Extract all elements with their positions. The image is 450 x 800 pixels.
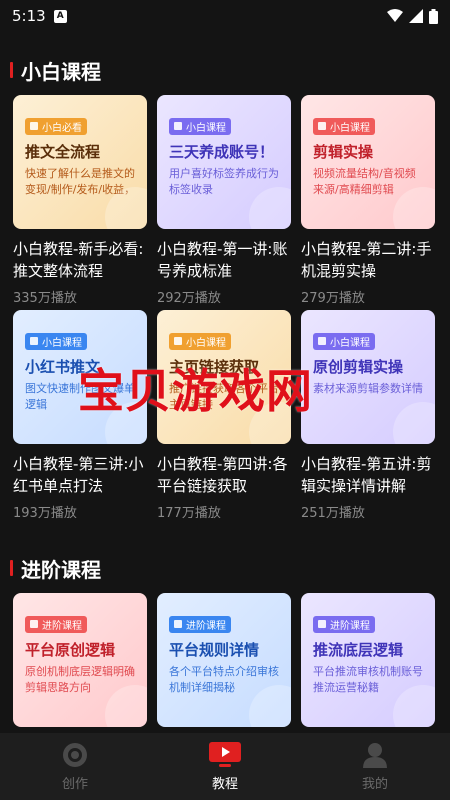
status-bar: 5:13 A [0,0,450,32]
play-count: 251万播放 [301,506,365,521]
course-title[interactable]: 小白教程-第一讲:账号养成标准 [157,238,291,282]
course-card[interactable]: 小白课程 剪辑实操 视频流量结构/音视频来源/高精细剪辑 小白教程-第二讲:手机… [301,95,435,306]
course-thumbnail[interactable]: 进阶课程 平台规则详情 各个平台特点介绍审核机制详细揭秘 [157,593,291,727]
course-card[interactable]: 小白课程 原创剪辑实操 素材来源剪辑参数详情 小白教程-第五讲:剪辑实操详情讲解… [301,310,435,521]
play-count: 279万播放 [301,291,365,306]
video-icon [209,741,241,767]
section-accent-bar [10,560,13,576]
course-tag-label: 进阶课程 [186,620,226,632]
play-count: 177万播放 [157,506,221,521]
course-tag: 进阶课程 [25,615,87,633]
course-card[interactable]: 小白课程 三天养成账号！ 用户喜好标签养成行为标签收录 小白教程-第一讲:账号养… [157,95,291,306]
course-tag: 进阶课程 [313,615,375,633]
thumbnail-headline: 原创剪辑实操 [313,357,404,376]
course-thumbnail[interactable]: 小白课程 三天养成账号！ 用户喜好标签养成行为标签收录 [157,95,291,229]
thumbnail-headline: 剪辑实操 [313,142,374,161]
course-card[interactable]: 小白课程 小红书推文 图文快速制作图文爆单逻辑 小白教程-第三讲:小红书单点打法… [13,310,147,521]
tag-icon [174,337,182,345]
tab-label: 教程 [211,776,238,792]
tab-tutorial[interactable]: 教程 [150,733,300,800]
tag-icon [174,620,182,628]
course-title[interactable]: 小白教程-第五讲:剪辑实操详情讲解 [301,453,435,497]
tag-icon [318,337,326,345]
play-count: 193万播放 [13,506,77,521]
course-tag: 进阶课程 [169,615,231,633]
course-card[interactable]: 进阶课程 平台规则详情 各个平台特点介绍审核机制详细揭秘 [157,593,291,727]
course-tag: 小白课程 [313,332,375,350]
tab-label: 我的 [361,776,388,792]
bottom-tab-bar: 创作 教程 我的 [0,733,450,800]
course-card[interactable]: 小白必看 推文全流程 快速了解什么是推文的变现/制作/发布/收益， 小白教程-新… [13,95,147,306]
section-title-text: 进阶课程 [21,557,101,582]
wifi-icon [387,9,403,22]
course-thumbnail[interactable]: 小白课程 原创剪辑实操 素材来源剪辑参数详情 [301,310,435,444]
thumbnail-headline: 平台规则详情 [169,640,260,659]
course-list[interactable]: 小白课程 小白必看 推文全流程 快速了解什么是推文的变现/制作/发布/收益， 小… [0,40,450,733]
target-icon [63,742,87,767]
course-tag-label: 进阶课程 [42,620,82,632]
thumbnail-headline: 三天养成账号！ [169,142,275,161]
course-tag-label: 小白课程 [186,122,226,134]
tag-icon [30,337,38,345]
course-tag-label: 小白课程 [42,337,82,349]
thumbnail-headline: 平台原创逻辑 [25,640,116,659]
course-thumbnail[interactable]: 进阶课程 平台原创逻辑 原创机制底层逻辑明确剪辑思路方向 [13,593,147,727]
advanced-course-grid: 进阶课程 平台原创逻辑 原创机制底层逻辑明确剪辑思路方向 进阶课程 平台规则详情… [0,588,450,727]
course-title[interactable]: 小白教程-新手必看:推文整体流程 [13,238,147,282]
course-tag: 小白必看 [25,117,87,135]
course-title[interactable]: 小白教程-第四讲:各平台链接获取 [157,453,291,497]
course-thumbnail[interactable]: 小白课程 主页链接获取 推广链接获取各个平台主页链接 [157,310,291,444]
course-tag: 小白课程 [313,117,375,135]
play-count: 335万播放 [13,291,77,306]
tag-icon [30,122,38,130]
thumbnail-subtext: 素材来源剪辑参数详情 [313,381,423,395]
course-tag: 小白课程 [169,332,231,350]
status-icons [387,8,438,24]
section-title-beginner: 小白课程 [0,50,450,90]
course-title[interactable]: 小白教程-第三讲:小红书单点打法 [13,453,147,497]
play-count: 292万播放 [157,291,221,306]
tab-label: 创作 [61,776,88,792]
tag-icon [318,122,326,130]
battery-icon [429,8,438,24]
course-thumbnail[interactable]: 小白课程 小红书推文 图文快速制作图文爆单逻辑 [13,310,147,444]
tag-icon [318,620,326,628]
section-title-advanced: 进阶课程 [0,548,450,588]
course-tag: 小白课程 [169,117,231,135]
course-tag-label: 小白必看 [42,122,82,134]
status-time: 5:13 [12,7,46,25]
app-notification-icon: A [53,9,67,23]
thumbnail-headline: 小红书推文 [25,357,101,376]
course-tag-label: 小白课程 [330,122,370,134]
course-tag-label: 进阶课程 [330,620,370,632]
tab-create[interactable]: 创作 [0,733,150,800]
tag-icon [30,620,38,628]
course-thumbnail[interactable]: 小白课程 剪辑实操 视频流量结构/音视频来源/高精细剪辑 [301,95,435,229]
tab-mine[interactable]: 我的 [300,733,450,800]
decorative-circle [393,402,435,444]
tag-icon [174,122,182,130]
course-title[interactable]: 小白教程-第二讲:手机混剪实操 [301,238,435,282]
course-card[interactable]: 小白课程 主页链接获取 推广链接获取各个平台主页链接 小白教程-第四讲:各平台链… [157,310,291,521]
course-thumbnail[interactable]: 小白必看 推文全流程 快速了解什么是推文的变现/制作/发布/收益， [13,95,147,229]
person-icon [363,742,387,768]
course-thumbnail[interactable]: 进阶课程 推流底层逻辑 平台推流审核机制账号推流运营秘籍 [301,593,435,727]
section-title-text: 小白课程 [21,59,101,84]
course-tag-label: 小白课程 [330,337,370,349]
thumbnail-headline: 主页链接获取 [169,357,260,376]
course-tag-label: 小白课程 [186,337,226,349]
thumbnail-headline: 推文全流程 [25,142,101,161]
course-tag: 小白课程 [25,332,87,350]
section-accent-bar [10,62,13,78]
course-card[interactable]: 进阶课程 推流底层逻辑 平台推流审核机制账号推流运营秘籍 [301,593,435,727]
beginner-course-grid: 小白必看 推文全流程 快速了解什么是推文的变现/制作/发布/收益， 小白教程-新… [0,90,450,521]
signal-icon [409,9,423,23]
course-card[interactable]: 进阶课程 平台原创逻辑 原创机制底层逻辑明确剪辑思路方向 [13,593,147,727]
thumbnail-headline: 推流底层逻辑 [313,640,404,659]
